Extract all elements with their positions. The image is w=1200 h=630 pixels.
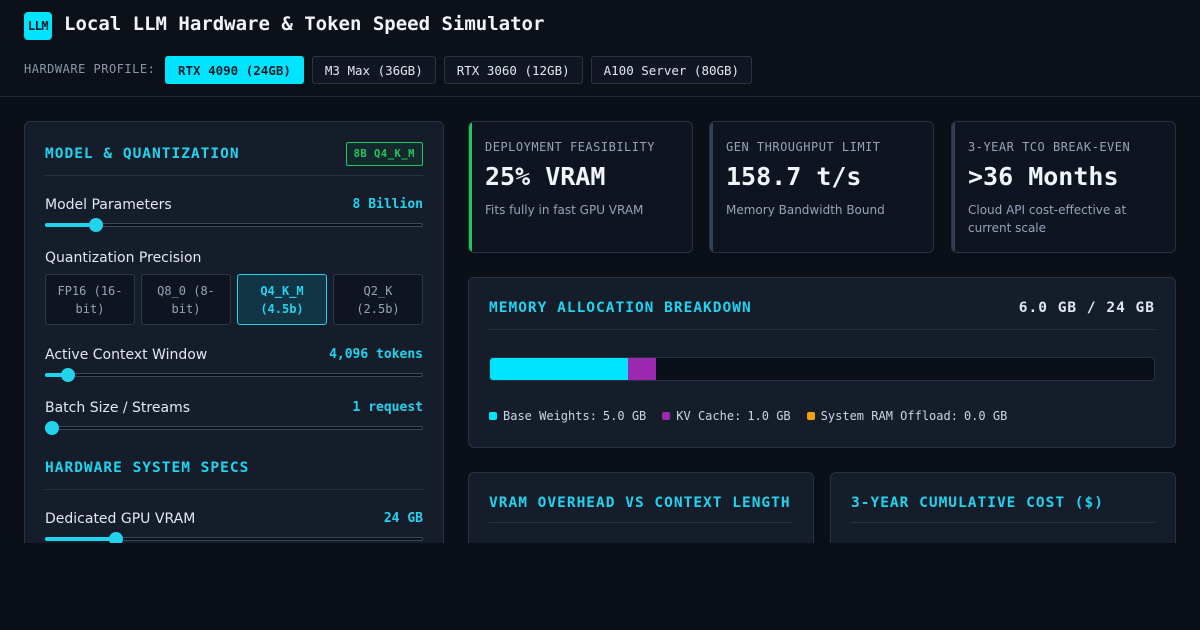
- kpi-value: >36 Months: [968, 162, 1119, 191]
- batch-size-slider[interactable]: [45, 421, 423, 435]
- slider-thumb[interactable]: [45, 421, 59, 435]
- memory-segment: [628, 358, 656, 380]
- model-panel-title: MODEL & QUANTIZATION: [45, 146, 240, 162]
- hardware-profile-tab[interactable]: M3 Max (36GB): [311, 56, 436, 84]
- legend-value: 0.0 GB: [963, 409, 1008, 423]
- legend-value: 5.0 GB: [602, 409, 647, 423]
- page-bottom-background: [0, 543, 1200, 630]
- model-config-badge: 8B Q4_K_M: [345, 142, 423, 166]
- hardware-specs-header: HARDWARE SYSTEM SPECS: [45, 460, 423, 490]
- hardware-profile-tab[interactable]: A100 Server (80GB): [590, 56, 753, 84]
- batch-size-label: Batch Size / Streams: [45, 400, 190, 416]
- legend-swatch: [806, 412, 815, 420]
- batch-size-value: 1 request: [352, 400, 423, 415]
- legend-label: Base Weights:: [503, 409, 597, 423]
- app-logo: LLM: [24, 12, 52, 40]
- app-title: Local LLM Hardware & Token Speed Simulat…: [64, 13, 545, 35]
- memory-legend: Base Weights: 5.0 GB KV Cache: 1.0 GB System…: [489, 409, 1007, 423]
- model-params-slider[interactable]: [45, 218, 423, 232]
- kpi-subtitle: Memory Bandwidth Bound: [726, 203, 885, 217]
- model-params-label: Model Parameters: [45, 197, 172, 213]
- kpi-title: DEPLOYMENT FEASIBILITY: [485, 140, 655, 154]
- quantization-option-button[interactable]: Q8_0 (8-bit): [141, 274, 231, 325]
- kpi-title: 3-YEAR TCO BREAK-EVEN: [968, 140, 1131, 154]
- vram-chart-title: VRAM OVERHEAD VS CONTEXT LENGTH: [489, 495, 791, 511]
- kpi-value: 25% VRAM: [485, 162, 606, 191]
- kpi-value: 158.7 t/s: [726, 162, 862, 191]
- kpi-card-deployment: DEPLOYMENT FEASIBILITY 25% VRAM Fits ful…: [468, 121, 693, 253]
- hardware-profile-tabs: RTX 4090 (24GB) M3 Max (36GB) RTX 3060 (12…: [165, 56, 753, 84]
- legend-label: System RAM Offload:: [820, 409, 958, 423]
- quantization-option-button[interactable]: FP16 (16-bit): [45, 274, 135, 325]
- hardware-profile-label: HARDWARE PROFILE:: [24, 62, 156, 76]
- legend-value: 1.0 GB: [747, 409, 791, 423]
- kpi-accent: [952, 122, 955, 252]
- kpi-card-throughput: GEN THROUGHPUT LIMIT 158.7 t/s Memory Ba…: [709, 121, 934, 253]
- context-window-label: Active Context Window: [45, 347, 208, 363]
- context-window-slider[interactable]: [45, 368, 423, 382]
- legend-label: KV Cache:: [676, 409, 742, 423]
- context-window-value: 4,096 tokens: [329, 347, 423, 362]
- memory-panel-title: MEMORY ALLOCATION BREAKDOWN: [489, 300, 752, 316]
- model-params-value: 8 Billion: [352, 197, 423, 212]
- legend-item: Base Weights: 5.0 GB: [489, 409, 646, 423]
- hardware-specs-title: HARDWARE SYSTEM SPECS: [45, 460, 250, 476]
- memory-allocation-panel: MEMORY ALLOCATION BREAKDOWN 6.0 GB / 24 …: [468, 277, 1176, 448]
- cost-chart-title: 3-YEAR CUMULATIVE COST ($): [851, 495, 1104, 511]
- quantization-options: FP16 (16-bit) Q8_0 (8-bit) Q4_K_M (4.5b) Q2…: [45, 274, 423, 325]
- slider-thumb[interactable]: [61, 368, 76, 382]
- memory-total: 6.0 GB / 24 GB: [1018, 300, 1155, 316]
- quantization-option-button[interactable]: Q4_K_M (4.5b): [237, 274, 327, 325]
- model-panel-header: MODEL & QUANTIZATION 8B Q4_K_M: [45, 142, 423, 176]
- top-bar: LLM Local LLM Hardware & Token Speed Sim…: [0, 0, 1200, 97]
- memory-segment: [490, 358, 629, 380]
- slider-thumb[interactable]: [88, 218, 103, 232]
- quantization-label: Quantization Precision: [45, 250, 202, 266]
- kpi-title: GEN THROUGHPUT LIMIT: [726, 140, 881, 154]
- kpi-card-tco: 3-YEAR TCO BREAK-EVEN >36 Months Cloud A…: [951, 121, 1176, 253]
- hardware-profile-tab[interactable]: RTX 3060 (12GB): [443, 56, 583, 84]
- kpi-subtitle: Cloud API cost-effective at current scal…: [968, 203, 1127, 235]
- legend-swatch: [489, 412, 497, 420]
- gpu-vram-label: Dedicated GPU VRAM: [45, 511, 196, 527]
- model-quantization-panel: MODEL & QUANTIZATION 8B Q4_K_M Model Par…: [24, 121, 444, 561]
- kpi-accent: [469, 122, 472, 252]
- memory-panel-header: MEMORY ALLOCATION BREAKDOWN 6.0 GB / 24 …: [489, 298, 1155, 330]
- gpu-vram-value: 24 GB: [383, 511, 423, 526]
- cost-chart-header: 3-YEAR CUMULATIVE COST ($): [851, 493, 1155, 523]
- kpi-accent: [710, 122, 713, 252]
- kpi-subtitle: Fits fully in fast GPU VRAM: [485, 203, 644, 217]
- legend-swatch: [662, 412, 671, 420]
- legend-item: KV Cache: 1.0 GB: [662, 409, 791, 423]
- quantization-option-button[interactable]: Q2_K (2.5b): [333, 274, 423, 325]
- vram-chart-header: VRAM OVERHEAD VS CONTEXT LENGTH: [489, 493, 793, 523]
- legend-item: System RAM Offload: 0.0 GB: [806, 409, 1008, 423]
- hardware-profile-tab[interactable]: RTX 4090 (24GB): [165, 56, 304, 84]
- memory-allocation-bar: [489, 357, 1155, 381]
